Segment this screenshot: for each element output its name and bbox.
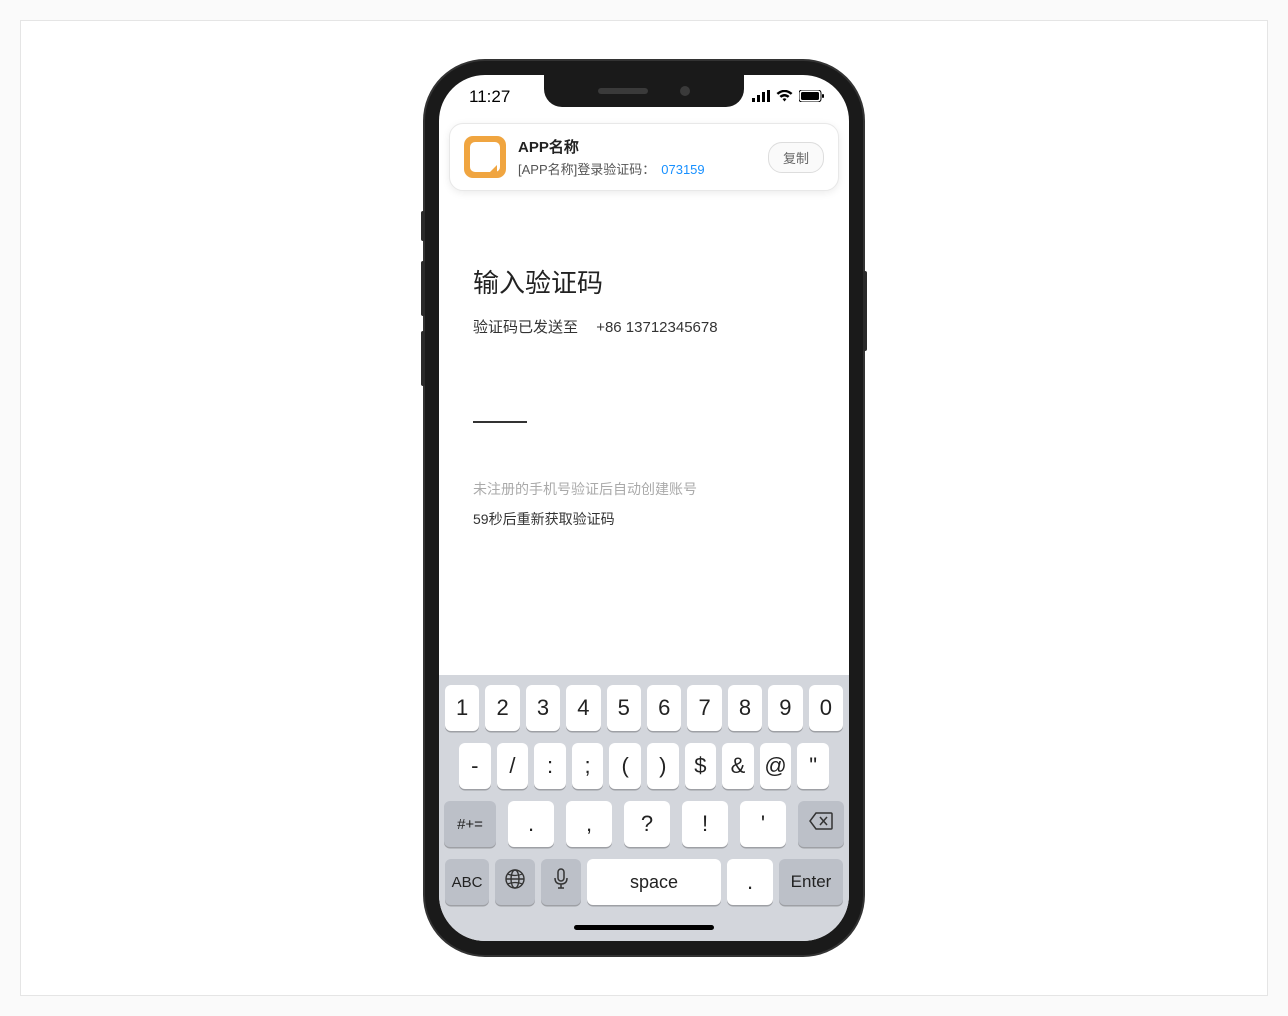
key-6[interactable]: 6 [647,685,681,731]
key-exclaim[interactable]: ! [682,801,728,847]
signal-icon [752,87,770,107]
key-8[interactable]: 8 [728,685,762,731]
code-cursor [473,395,527,423]
notification-app-name: APP名称 [518,136,756,157]
notification-message: [APP名称]登录验证码： 073159 [518,159,756,178]
key-abc[interactable]: ABC [445,859,489,905]
sms-notification[interactable]: APP名称 [APP名称]登录验证码： 073159 复制 [449,123,839,191]
backspace-icon [809,812,833,836]
power-button [863,271,867,351]
key-comma[interactable]: , [566,801,612,847]
sent-phone-number: +86 13712345678 [596,319,717,336]
microphone-icon [553,868,569,896]
key-colon[interactable]: : [534,743,566,789]
key-slash[interactable]: / [497,743,529,789]
key-lparen[interactable]: ( [609,743,641,789]
home-indicator-area [439,913,849,941]
volume-down-button [421,331,425,386]
notification-prefix: [APP名称]登录验证码： [518,162,655,177]
key-2[interactable]: 2 [485,685,519,731]
keyboard-row-4: ABC space . Enter [445,859,843,905]
speaker [598,88,648,94]
battery-icon [799,87,825,107]
key-dollar[interactable]: $ [685,743,717,789]
key-apostrophe[interactable]: ' [740,801,786,847]
keyboard: 1 2 3 4 5 6 7 8 9 0 - / : ; ( ) [439,675,849,913]
key-globe[interactable] [495,859,535,905]
content-area: 输入验证码 验证码已发送至 +86 13712345678 未注册的手机号验证后… [439,191,849,675]
front-camera [680,86,690,96]
key-amp[interactable]: & [722,743,754,789]
key-rparen[interactable]: ) [647,743,679,789]
auto-register-hint: 未注册的手机号验证后自动创建账号 [473,479,815,499]
key-quote[interactable]: " [797,743,829,789]
sent-label: 验证码已发送至 [473,319,578,336]
key-enter[interactable]: Enter [779,859,843,905]
key-7[interactable]: 7 [687,685,721,731]
status-time: 11:27 [469,87,510,107]
key-5[interactable]: 5 [607,685,641,731]
key-semicolon[interactable]: ; [572,743,604,789]
key-space[interactable]: space [587,859,721,905]
key-dot-bottom[interactable]: . [727,859,773,905]
volume-up-button [421,261,425,316]
notch [544,75,744,107]
key-3[interactable]: 3 [526,685,560,731]
key-1[interactable]: 1 [445,685,479,731]
home-indicator[interactable] [574,925,714,930]
phone-screen: 11:27 A [439,75,849,941]
sent-to-line: 验证码已发送至 +86 13712345678 [473,316,815,337]
copy-button[interactable]: 复制 [768,142,824,173]
status-right [752,87,825,107]
keyboard-row-2: - / : ; ( ) $ & @ " [445,743,843,789]
notification-body: APP名称 [APP名称]登录验证码： 073159 [518,136,756,178]
key-0[interactable]: 0 [809,685,843,731]
key-4[interactable]: 4 [566,685,600,731]
key-symbols[interactable]: #+= [444,801,496,847]
app-icon [464,136,506,178]
key-question[interactable]: ? [624,801,670,847]
canvas: 11:27 A [20,20,1268,996]
page-title: 输入验证码 [473,263,815,300]
resend-countdown: 59秒后重新获取验证码 [473,509,815,529]
key-dash[interactable]: - [459,743,491,789]
key-period[interactable]: . [508,801,554,847]
key-backspace[interactable] [798,801,844,847]
keyboard-row-1: 1 2 3 4 5 6 7 8 9 0 [445,685,843,731]
key-9[interactable]: 9 [768,685,802,731]
wifi-icon [776,87,793,107]
globe-icon [504,868,526,896]
phone-frame: 11:27 A [425,61,863,955]
notification-code: 073159 [661,162,704,177]
mute-switch [421,211,425,241]
key-mic[interactable] [541,859,581,905]
keyboard-row-3: #+= . , ? ! ' [445,801,843,847]
key-at[interactable]: @ [760,743,792,789]
verification-code-input[interactable] [473,395,815,423]
